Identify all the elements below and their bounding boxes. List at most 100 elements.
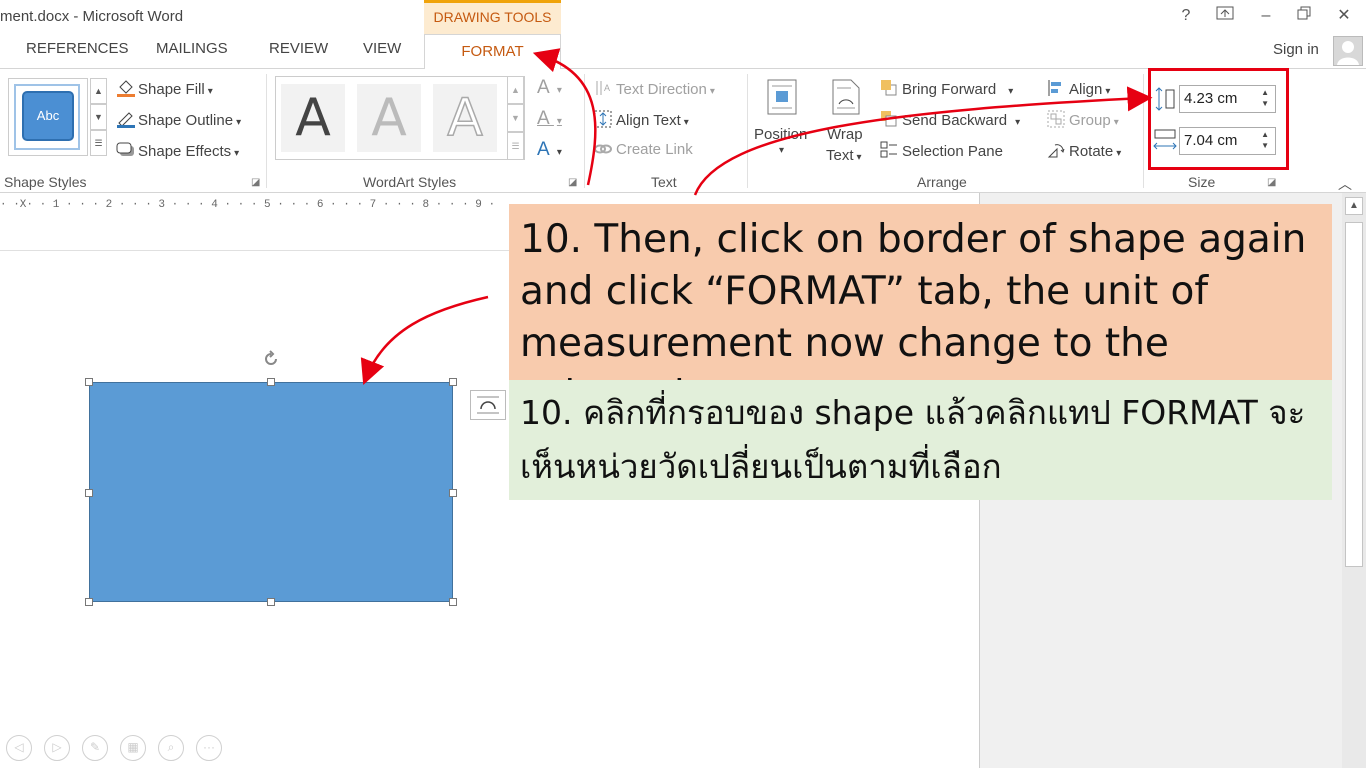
prev-icon[interactable]: ◁: [6, 735, 32, 761]
resize-handle[interactable]: [449, 598, 457, 606]
position-icon[interactable]: [766, 78, 800, 123]
avatar[interactable]: [1333, 36, 1363, 66]
shape-effects-label: Shape Effects: [138, 143, 232, 160]
gallery-up-arrow-icon[interactable]: ▲: [90, 78, 107, 104]
resize-handle[interactable]: [85, 378, 93, 386]
group-icon: [1047, 110, 1065, 128]
selection-pane-label: Selection Pane: [902, 143, 1003, 160]
title-bar: [0, 0, 1366, 36]
restore-icon[interactable]: [1290, 5, 1318, 29]
resize-handle[interactable]: [449, 489, 457, 497]
wordart-more-icon[interactable]: ☰: [507, 132, 524, 160]
group-divider: [1143, 74, 1144, 188]
gallery-more-icon[interactable]: ☰: [90, 130, 107, 156]
text-group-label: Text: [651, 174, 677, 190]
svg-text:A: A: [604, 83, 610, 93]
rotate-handle-icon[interactable]: [262, 350, 280, 373]
shape-outline-button[interactable]: Shape Outline ▾: [116, 110, 241, 129]
drawing-tools-label: DRAWING TOOLS: [424, 0, 561, 34]
link-icon: [594, 141, 612, 157]
align-text-icon: [594, 110, 612, 128]
wordart-style-2[interactable]: A: [357, 84, 421, 152]
text-effects-icon[interactable]: A ▾: [537, 139, 562, 161]
dialog-launcher-icon[interactable]: ◪: [251, 177, 260, 188]
wordart-styles-group-label: WordArt Styles: [363, 174, 457, 190]
rotate-label: Rotate: [1069, 143, 1114, 160]
zoom-icon[interactable]: ⌕: [158, 735, 184, 761]
resize-handle[interactable]: [267, 598, 275, 606]
layout-options-icon[interactable]: [470, 390, 506, 420]
collapse-ribbon-icon[interactable]: ︿: [1338, 174, 1352, 194]
more-icon[interactable]: ···: [196, 735, 222, 761]
tab-format[interactable]: FORMAT: [424, 34, 561, 69]
wrap-text-button[interactable]: Text ▾: [826, 147, 862, 164]
create-link-label: Create Link: [616, 141, 693, 158]
selection-pane-button[interactable]: Selection Pane: [880, 141, 1003, 160]
send-backward-label: Send Backward: [902, 112, 1008, 129]
group-button[interactable]: Group ▾: [1047, 110, 1119, 129]
ribbon-display-options-icon[interactable]: [1211, 5, 1239, 29]
bring-forward-button[interactable]: Bring Forward ▾: [880, 79, 1013, 98]
pencil-outline-icon: [116, 110, 135, 128]
tab-references[interactable]: REFERENCES: [26, 40, 129, 57]
next-icon[interactable]: ▷: [44, 735, 70, 761]
wordart-up-arrow-icon[interactable]: ▲: [507, 76, 524, 104]
wordart-style-3[interactable]: A: [433, 84, 497, 152]
shape-styles-group-label: Shape Styles: [4, 174, 87, 190]
selection-pane-icon: [880, 141, 898, 158]
bring-forward-icon: [880, 79, 898, 96]
position-caret-icon[interactable]: ▾: [779, 145, 784, 156]
arrange-group-label: Arrange: [917, 174, 967, 190]
wordart-down-arrow-icon[interactable]: ▼: [507, 104, 524, 132]
shape-style-preview: Abc: [22, 91, 74, 141]
scrollbar-thumb[interactable]: [1345, 222, 1363, 567]
slides-icon[interactable]: ▦: [120, 735, 146, 761]
bring-forward-label: Bring Forward: [902, 81, 997, 98]
text-direction-label: Text Direction: [616, 81, 707, 98]
align-label: Align: [1069, 81, 1103, 98]
resize-handle[interactable]: [267, 378, 275, 386]
horizontal-ruler[interactable]: · ·X· · 1 · · · 2 · · · 3 · · · 4 · · · …: [0, 199, 505, 221]
selected-rectangle-shape[interactable]: [89, 382, 453, 602]
tab-mailings[interactable]: MAILINGS: [156, 40, 228, 57]
dialog-launcher-icon[interactable]: ◪: [1267, 177, 1276, 188]
pen-icon[interactable]: ✎: [82, 735, 108, 761]
sign-in-link[interactable]: Sign in: [1273, 41, 1319, 58]
wrap-button[interactable]: Wrap: [827, 126, 863, 143]
gallery-down-arrow-icon[interactable]: ▼: [90, 104, 107, 130]
shape-effects-icon: [116, 141, 134, 157]
shape-outline-label: Shape Outline: [138, 112, 234, 129]
text-direction-icon: A: [594, 79, 612, 95]
close-button[interactable]: ✕: [1330, 5, 1358, 29]
text-direction-button[interactable]: A Text Direction ▾: [594, 79, 715, 98]
rotate-icon: [1047, 141, 1065, 158]
wrap-text-icon[interactable]: [829, 78, 863, 123]
tab-view[interactable]: VIEW: [363, 40, 401, 57]
position-button[interactable]: Position: [754, 126, 807, 143]
shape-effects-button[interactable]: Shape Effects ▾: [116, 141, 239, 160]
dialog-launcher-icon[interactable]: ◪: [568, 177, 577, 188]
instruction-text-thai: 10. คลิกที่กรอบของ shape แล้วคลิกแทป FOR…: [520, 393, 1306, 486]
rotate-button[interactable]: Rotate ▾: [1047, 141, 1121, 160]
text-fill-icon[interactable]: A ▾: [537, 77, 562, 99]
window-title: ment.docx - Microsoft Word: [0, 8, 184, 25]
paint-bucket-icon: [116, 79, 135, 97]
align-text-button[interactable]: Align Text ▾: [594, 110, 689, 129]
minimize-button[interactable]: –: [1252, 5, 1280, 29]
help-button[interactable]: ?: [1172, 5, 1200, 29]
shape-fill-button[interactable]: Shape Fill ▾: [116, 79, 213, 98]
size-group-label: Size: [1188, 174, 1216, 190]
send-backward-button[interactable]: Send Backward ▾: [880, 110, 1020, 129]
resize-handle[interactable]: [85, 489, 93, 497]
wordart-style-1[interactable]: A: [281, 84, 345, 152]
scroll-up-icon[interactable]: ▲: [1345, 197, 1363, 215]
group-divider: [747, 74, 748, 188]
create-link-button[interactable]: Create Link: [594, 141, 693, 158]
text-outline-icon[interactable]: A ▾: [537, 108, 562, 130]
align-text-label: Align Text: [616, 112, 681, 129]
tab-review[interactable]: REVIEW: [269, 40, 328, 57]
resize-handle[interactable]: [85, 598, 93, 606]
align-button[interactable]: Align ▾: [1047, 79, 1110, 98]
resize-handle[interactable]: [449, 378, 457, 386]
wrap-text-label: Text: [826, 147, 854, 164]
